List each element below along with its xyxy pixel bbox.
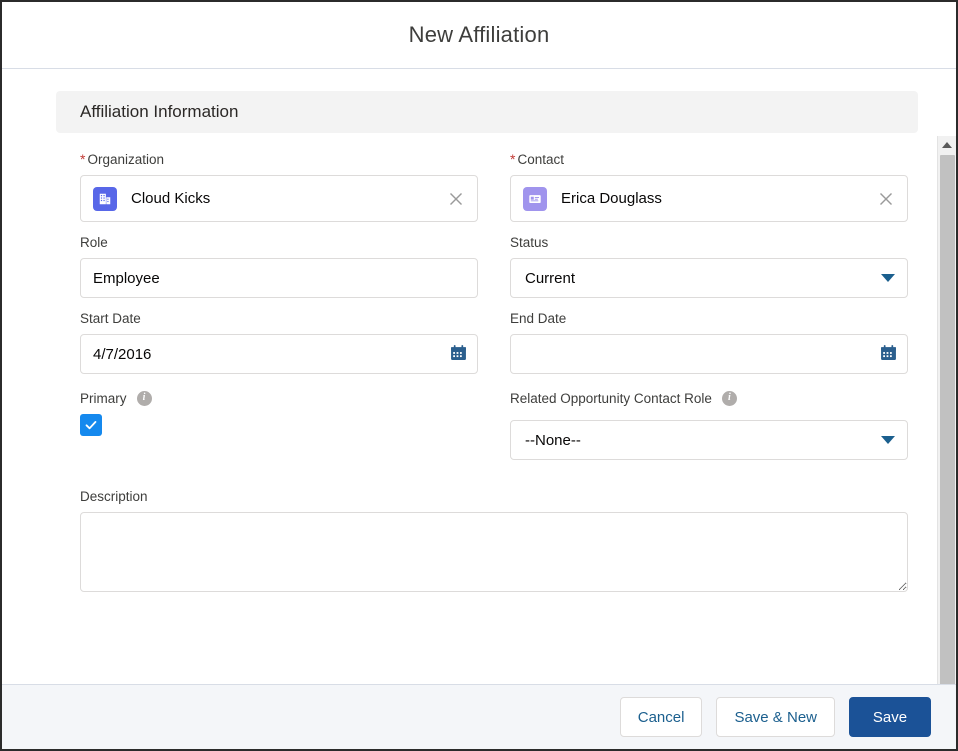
caret-up-icon	[942, 141, 952, 148]
contact-value: Erica Douglass	[561, 190, 662, 207]
status-select[interactable]: Current	[510, 258, 908, 298]
field-label-organization: * Organization	[80, 149, 478, 169]
field-primary: Primary i	[80, 388, 478, 460]
section-title: Affiliation Information	[80, 102, 239, 121]
field-related-opportunity-contact-role: Related Opportunity Contact Role i --Non…	[510, 388, 908, 460]
description-textarea[interactable]	[80, 512, 908, 592]
label-text: Contact	[517, 151, 564, 167]
related-opportunity-contact-role-select[interactable]: --None--	[510, 420, 908, 460]
calendar-icon[interactable]	[450, 344, 467, 365]
organization-value: Cloud Kicks	[131, 190, 211, 207]
label-text: Role	[80, 234, 108, 250]
organization-lookup-input[interactable]: Cloud Kicks	[80, 175, 478, 222]
scroll-up-button[interactable]	[938, 136, 956, 153]
field-description: Description	[80, 486, 908, 597]
required-marker: *	[80, 151, 86, 167]
label-text: Description	[80, 488, 148, 504]
field-label-primary: Primary i	[80, 388, 478, 408]
field-end-date: End Date	[510, 308, 908, 374]
primary-checkbox[interactable]	[80, 414, 102, 436]
role-value: Employee	[93, 269, 160, 287]
close-icon[interactable]	[445, 188, 467, 210]
label-text: Related Opportunity Contact Role	[510, 390, 712, 406]
new-affiliation-modal: New Affiliation Affiliation Information …	[0, 0, 958, 751]
chevron-down-icon	[881, 436, 895, 444]
field-label-description: Description	[80, 486, 908, 506]
start-date-value: 4/7/2016	[93, 345, 152, 363]
start-date-input[interactable]: 4/7/2016	[80, 334, 478, 374]
field-start-date: Start Date 4/7/2016	[80, 308, 478, 374]
status-value: Current	[525, 269, 576, 287]
modal-footer: Cancel Save & New Save	[2, 684, 956, 749]
end-date-input[interactable]	[510, 334, 908, 374]
required-marker: *	[510, 151, 516, 167]
role-input[interactable]: Employee	[80, 258, 478, 298]
field-label-end-date: End Date	[510, 308, 908, 328]
field-role: Role Employee	[80, 232, 478, 298]
related-opportunity-contact-role-value: --None--	[525, 431, 581, 449]
vertical-scrollbar[interactable]	[937, 136, 956, 684]
chevron-down-icon	[881, 274, 895, 282]
section-header-affiliation-information: Affiliation Information	[56, 91, 918, 133]
label-text: Status	[510, 234, 549, 250]
label-text: Organization	[87, 151, 164, 167]
field-organization: * Organization Cloud Kicks	[80, 149, 478, 222]
field-label-related-opportunity-contact-role: Related Opportunity Contact Role i	[510, 388, 908, 408]
save-and-new-button[interactable]: Save & New	[716, 697, 835, 737]
modal-header: New Affiliation	[2, 2, 956, 69]
field-label-status: Status	[510, 232, 908, 252]
modal-body: Affiliation Information * Organization C…	[2, 69, 956, 684]
form-grid: * Organization Cloud Kicks * Contact Eri…	[80, 149, 908, 607]
field-status: Status Current	[510, 232, 908, 298]
cancel-button[interactable]: Cancel	[619, 697, 703, 737]
scrollbar-thumb[interactable]	[940, 155, 955, 684]
field-label-start-date: Start Date	[80, 308, 478, 328]
field-label-role: Role	[80, 232, 478, 252]
info-icon[interactable]: i	[721, 390, 737, 406]
close-icon[interactable]	[875, 188, 897, 210]
label-text: End Date	[510, 310, 567, 326]
save-button[interactable]: Save	[849, 697, 931, 737]
info-icon[interactable]: i	[136, 390, 152, 406]
contact-lookup-input[interactable]: Erica Douglass	[510, 175, 908, 222]
field-contact: * Contact Erica Douglass	[510, 149, 908, 222]
account-building-icon	[93, 186, 117, 211]
label-text: Start Date	[80, 310, 141, 326]
label-text: Primary	[80, 390, 127, 406]
calendar-icon[interactable]	[880, 344, 897, 365]
page-title: New Affiliation	[408, 22, 550, 47]
field-label-contact: * Contact	[510, 149, 908, 169]
contact-card-icon	[523, 186, 547, 211]
